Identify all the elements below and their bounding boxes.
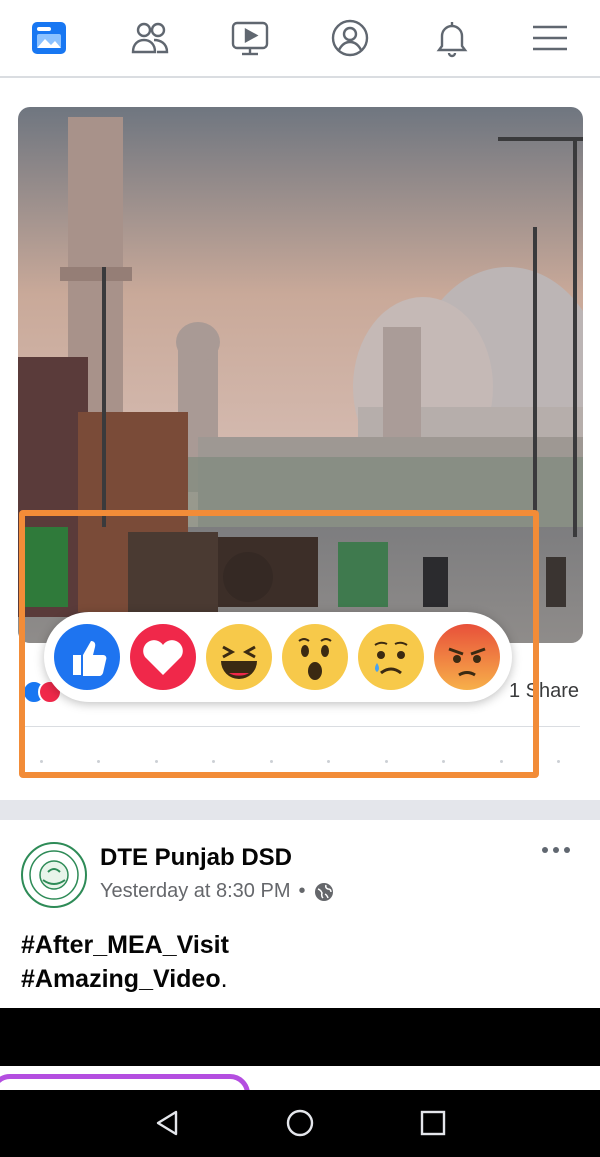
friends-icon[interactable] <box>128 16 172 60</box>
laughing-face-icon <box>206 624 272 690</box>
hashtag-line-2[interactable]: #Amazing_Video <box>21 965 221 993</box>
post-text: #After_MEA_Visit #Amazing_Video. <box>21 928 229 996</box>
love-reaction[interactable] <box>129 623 197 691</box>
share-count[interactable]: 1 Share <box>509 680 579 703</box>
home-icon[interactable] <box>285 1108 315 1138</box>
wow-reaction[interactable] <box>281 623 349 691</box>
heart-icon <box>130 624 196 690</box>
more-options-icon[interactable] <box>542 840 572 860</box>
hashtag-line-1[interactable]: #After_MEA_Visit <box>21 928 229 962</box>
top-navigation-bar <box>0 0 600 78</box>
divider <box>22 726 580 727</box>
notifications-icon[interactable] <box>430 16 474 60</box>
thumbs-up-icon <box>54 624 120 690</box>
watch-icon[interactable] <box>228 16 272 60</box>
reaction-picker <box>44 612 512 702</box>
menu-icon[interactable] <box>528 16 572 60</box>
news-feed-icon[interactable] <box>27 16 71 60</box>
angry-reaction[interactable] <box>433 623 501 691</box>
back-icon[interactable] <box>152 1108 182 1138</box>
sad-face-icon <box>358 624 424 690</box>
author-name[interactable]: DTE Punjab DSD <box>100 844 292 872</box>
action-bar-placeholder <box>40 760 560 766</box>
feed-separator <box>0 800 600 820</box>
post-timestamp[interactable]: Yesterday at 8:30 PM <box>100 880 291 903</box>
profile-icon[interactable] <box>328 16 372 60</box>
surprised-face-icon <box>282 624 348 690</box>
post-meta: Yesterday at 8:30 PM • <box>100 880 334 903</box>
next-content-edge <box>0 1066 600 1090</box>
system-navigation-bar <box>0 1090 600 1157</box>
post-video[interactable] <box>0 1008 600 1066</box>
angry-face-icon <box>434 624 500 690</box>
post-header: DTE Punjab DSD Yesterday at 8:30 PM • <box>0 820 600 920</box>
post-image[interactable] <box>18 107 583 643</box>
haha-reaction[interactable] <box>205 623 273 691</box>
page-avatar[interactable] <box>21 842 87 908</box>
globe-icon <box>314 882 333 901</box>
like-reaction[interactable] <box>53 623 121 691</box>
meta-separator: • <box>298 880 306 902</box>
post-text-suffix: . <box>220 965 228 993</box>
recents-icon[interactable] <box>418 1108 448 1138</box>
sad-reaction[interactable] <box>357 623 425 691</box>
